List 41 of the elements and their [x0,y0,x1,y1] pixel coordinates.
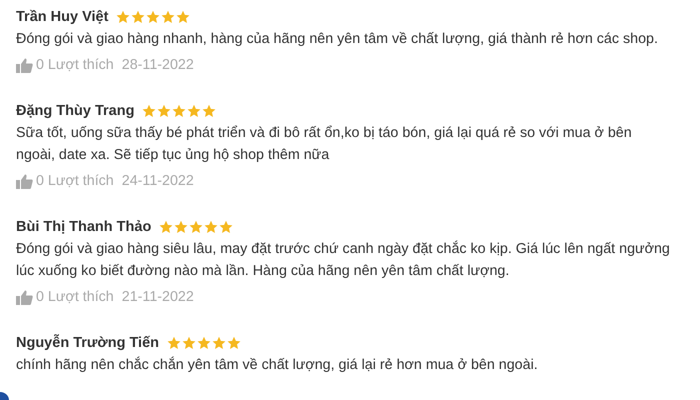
star-icon [142,104,156,118]
star-icon [182,336,196,350]
review-comment: Đóng gói và giao hàng siêu lâu, may đặt trước chứ canh ngày đặt chắc ko kịp. Giá lúc lên ngất ngưởng lúc xuống ko biết đường nào mà lần. Hàng của hãng nên yên tâm chất lượng. [16,240,671,281]
review-comment: chính hãng nên chắc chắn yên tâm về chất lượng, giá lại rẻ hơn mua ở bên ngoài. [16,356,539,375]
like-count: 0 Lượt thích [36,57,114,73]
review-comment: Sữa tốt, uống sữa thấy bé phát triển và đi bô rất ổn,ko bị táo bón, giá lại quá rẻ so với mua ở bên ngoài, date xa. Sẽ tiếp tục ủng hộ shop thêm nữa [16,124,633,165]
thumbs-up-icon [16,58,33,72]
star-icon [174,220,188,234]
like-count: 0 Lượt thích [36,289,114,305]
star-icon [146,10,160,24]
star-icon [197,336,211,350]
reviewer-name: Bùi Thị Thanh Thảo [16,219,152,235]
star-icon [219,220,234,234]
floating-button[interactable] [0,392,9,400]
review-comment: Đóng gói và giao hàng nhanh, hàng của hãng nên yên tâm về chất lượng, giá thành rẻ hơn các shop. [16,30,659,49]
like-button[interactable]: 0 Lượt thích [16,57,114,73]
review-date: 24-11-2022 [122,173,194,189]
review-date: 28-11-2022 [122,57,194,73]
like-button[interactable]: 0 Lượt thích [16,289,114,305]
star-icon [189,220,204,234]
star-icon [227,336,241,350]
thumbs-up-icon [16,174,33,188]
star-icon [131,10,146,24]
star-icon [202,104,216,118]
star-icon [176,10,190,24]
reviewer-name: Nguyễn Trường Tiến [16,335,159,351]
thumbs-up-icon [16,290,33,304]
star-icon [212,336,226,350]
review-date: 21-11-2022 [122,289,194,305]
reviewer-name: Trần Huy Việt [16,9,108,25]
star-icon [187,104,202,118]
like-count: 0 Lượt thích [36,173,114,189]
star-icon [161,10,176,24]
star-icon [204,220,218,234]
star-icon [116,10,130,24]
star-icon [157,104,172,118]
reviewer-name: Đặng Thùy Trang [16,103,134,119]
star-icon [159,220,174,234]
like-button[interactable]: 0 Lượt thích [16,173,114,189]
star-icon [167,336,181,350]
star-icon [172,104,186,118]
